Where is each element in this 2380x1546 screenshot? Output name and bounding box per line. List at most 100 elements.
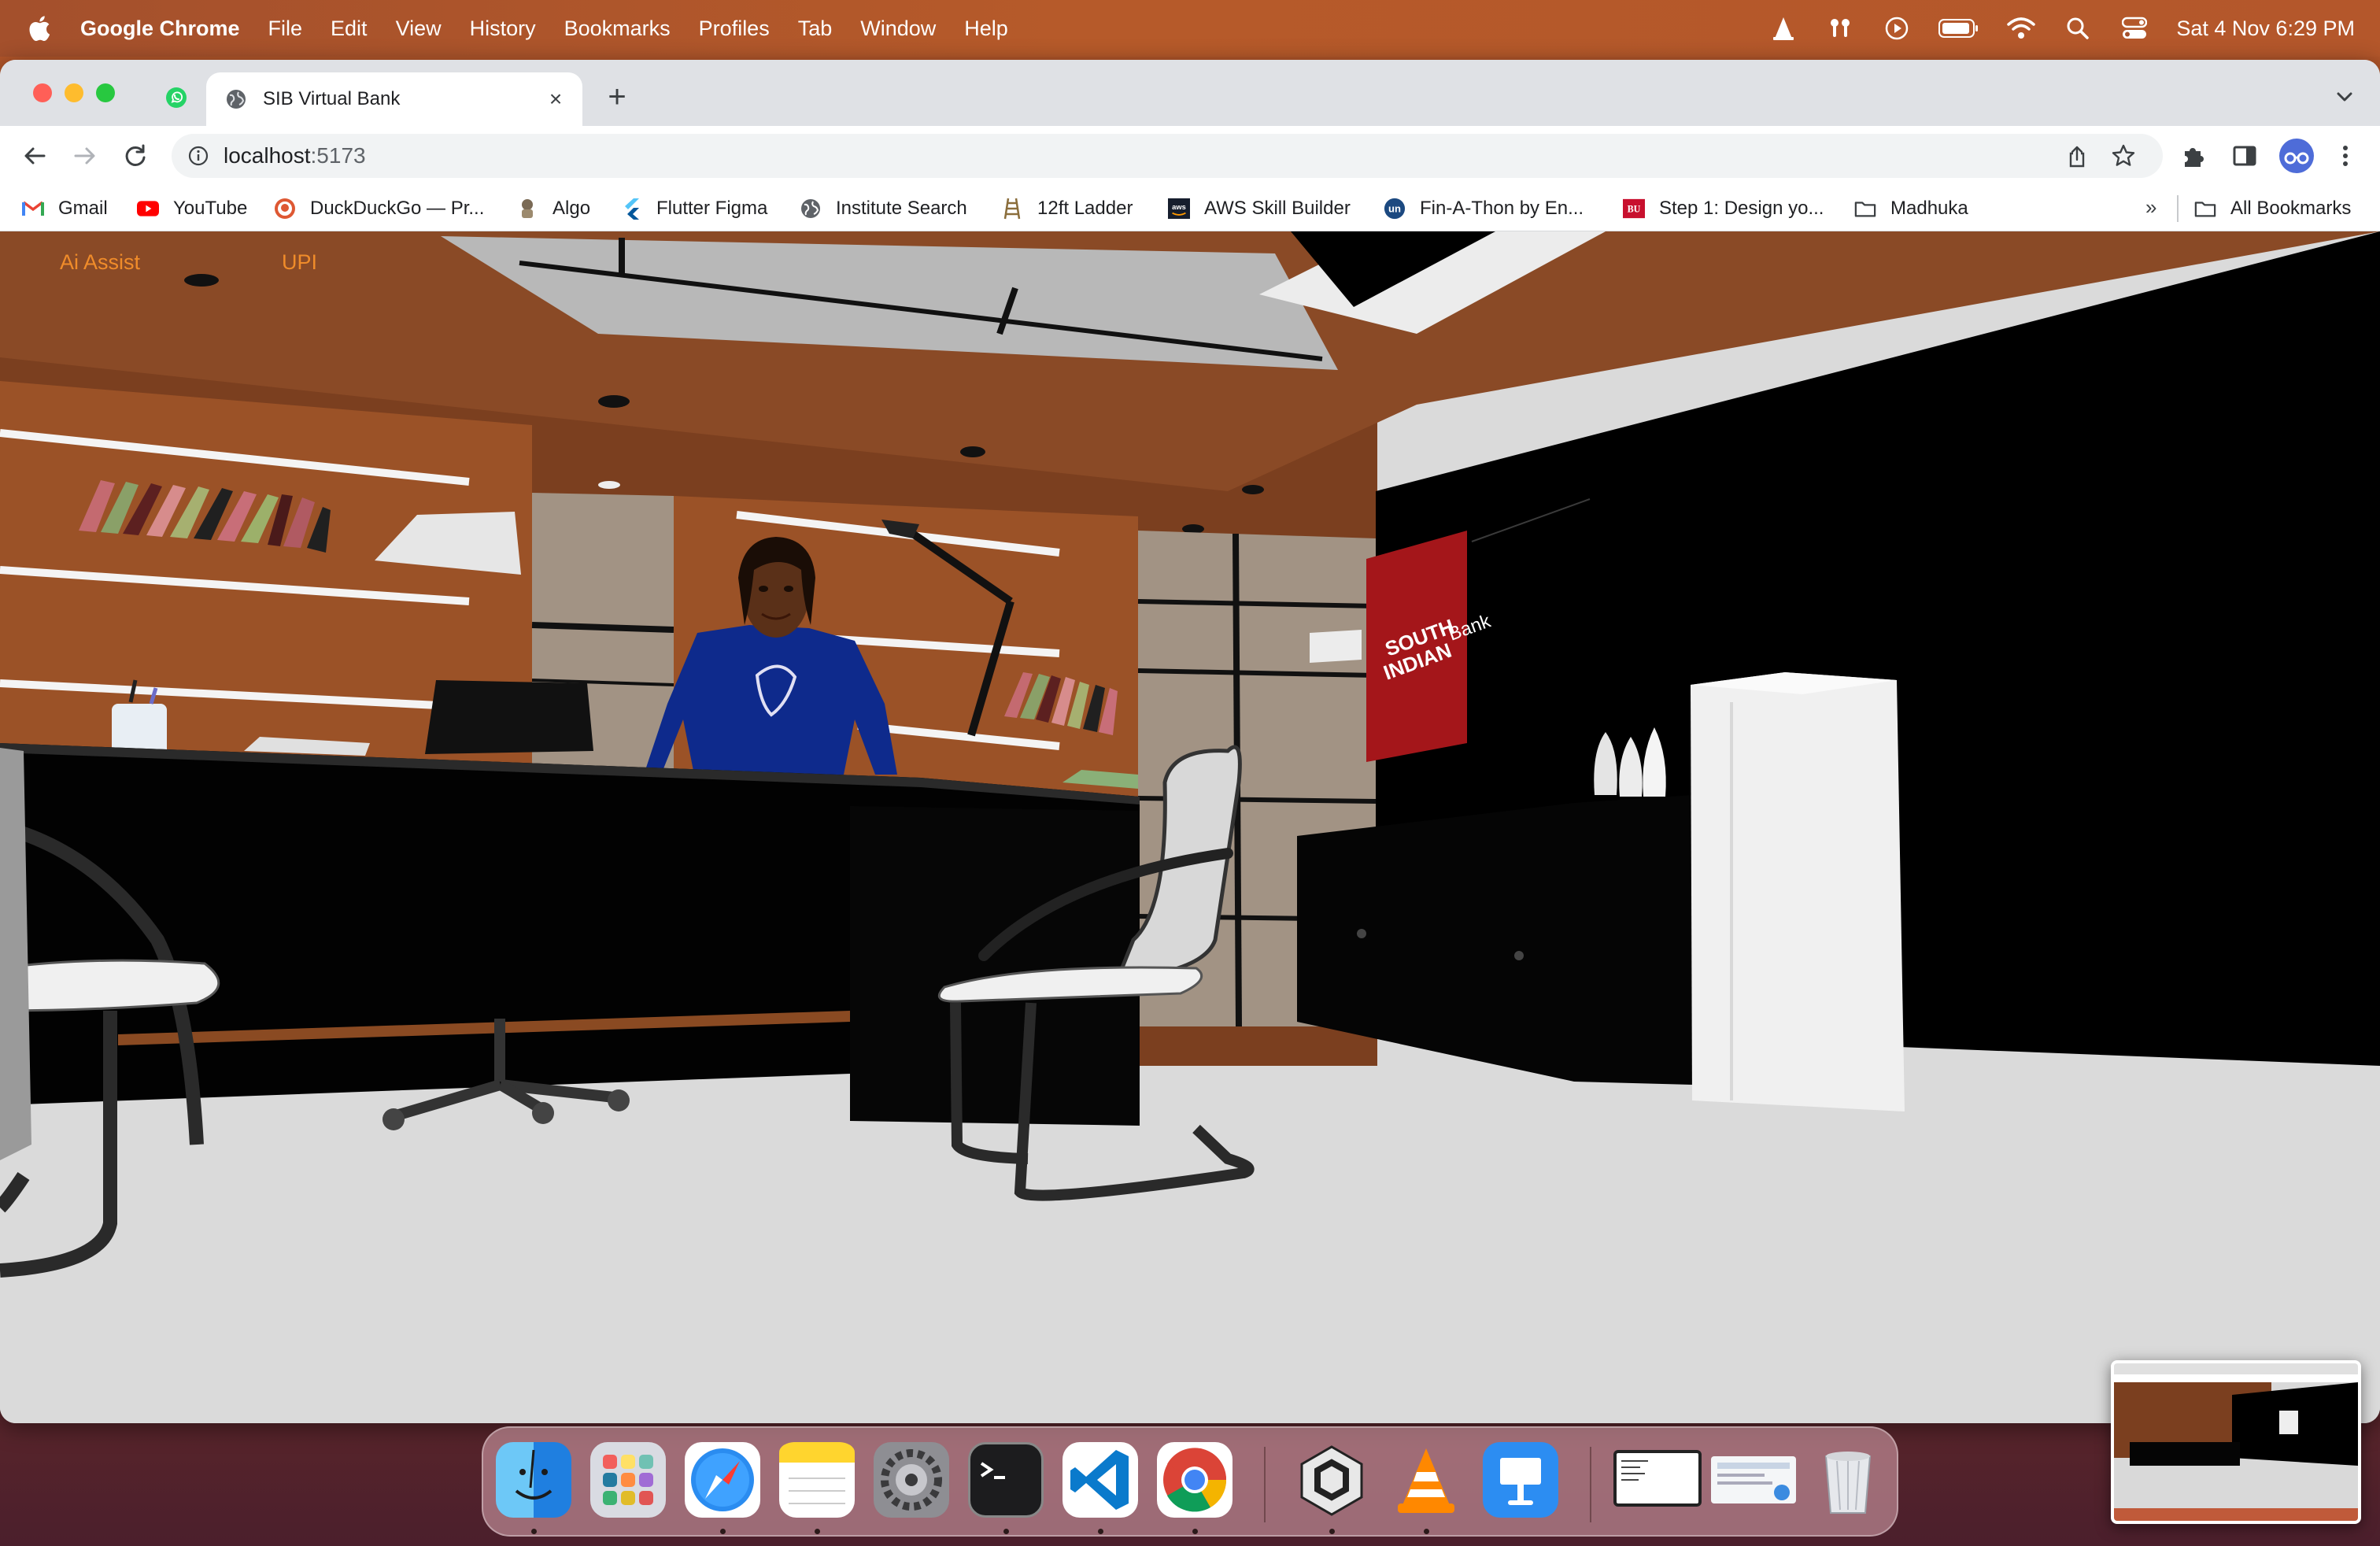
bookmarks-bar: Gmail YouTube DuckDuckGo — Pr... Algo Fl… <box>0 186 2380 231</box>
svg-text:un: un <box>1388 203 1401 215</box>
bookmark-star-icon[interactable] <box>2111 143 2136 168</box>
unity-icon[interactable] <box>1294 1442 1369 1518</box>
menu-window[interactable]: Window <box>860 17 936 41</box>
vlc-icon[interactable] <box>1388 1442 1464 1518</box>
ceiling-spotlight <box>598 481 620 489</box>
bookmark-step-1-design[interactable]: BU Step 1: Design yo... <box>1623 197 1824 220</box>
airpods-icon[interactable] <box>1825 13 1855 43</box>
menubar-clock[interactable]: Sat 4 Nov 6:29 PM <box>2176 17 2355 41</box>
running-indicator <box>1424 1529 1429 1534</box>
running-indicator <box>1329 1529 1335 1534</box>
svg-text:BU: BU <box>1628 204 1641 215</box>
ceiling-spotlight <box>1242 485 1264 494</box>
bookmarks-overflow-chevron[interactable]: » <box>2145 195 2156 220</box>
all-bookmarks-button[interactable]: All Bookmarks <box>2194 197 2351 220</box>
vlc-icon[interactable] <box>1768 13 1798 43</box>
trash-icon[interactable] <box>1810 1442 1886 1518</box>
tab-close-icon[interactable]: × <box>545 88 567 110</box>
spotlight-icon[interactable] <box>2063 13 2093 43</box>
extensions-puzzle-icon[interactable] <box>2179 142 2207 170</box>
ladder-icon <box>1001 198 1023 220</box>
launchpad-icon[interactable] <box>590 1442 666 1518</box>
vscode-icon[interactable] <box>1062 1442 1138 1518</box>
bookmark-youtube[interactable]: YouTube <box>137 197 247 220</box>
menu-view[interactable]: View <box>396 17 442 41</box>
notes-icon[interactable] <box>779 1442 855 1518</box>
window-preview-1[interactable] <box>1613 1450 1702 1507</box>
chrome-icon[interactable] <box>1157 1442 1232 1518</box>
menu-history[interactable]: History <box>470 17 536 41</box>
bookmark-12ft-ladder[interactable]: 12ft Ladder <box>1001 197 1133 220</box>
battery-icon[interactable] <box>1938 13 1979 43</box>
running-indicator <box>1098 1529 1103 1534</box>
forward-arrow-icon[interactable] <box>71 142 99 170</box>
bookmark-label: Fin-A-Thon by En... <box>1420 198 1584 219</box>
play-icon[interactable] <box>1882 13 1912 43</box>
back-arrow-icon[interactable] <box>20 142 49 170</box>
menu-edit[interactable]: Edit <box>331 17 368 41</box>
system-settings-icon[interactable] <box>874 1442 949 1518</box>
url-port: :5173 <box>310 143 366 168</box>
youtube-icon <box>137 198 159 220</box>
globe-icon <box>227 90 246 109</box>
threejs-canvas[interactable]: SOUTH INDIAN Bank Ai Assist UPI <box>0 231 2380 1423</box>
finder-icon[interactable] <box>496 1442 571 1518</box>
apple-icon[interactable] <box>25 13 57 44</box>
profile-avatar[interactable] <box>2279 139 2314 173</box>
screenshot-thumbnail-preview[interactable] <box>2111 1360 2361 1524</box>
bookmark-label: Madhuka <box>1890 198 1968 219</box>
bookmark-label: DuckDuckGo — Pr... <box>310 198 485 219</box>
bookmark-label: Algo <box>552 198 591 219</box>
tab-search-chevron-icon[interactable] <box>2333 85 2356 109</box>
terminal-icon[interactable] <box>968 1442 1044 1518</box>
side-panel-icon[interactable] <box>2230 142 2259 170</box>
tab-sib-virtual-bank[interactable]: SIB Virtual Bank × <box>206 72 582 126</box>
nav-ai-assist-link[interactable]: Ai Assist <box>60 250 140 275</box>
folder-icon <box>1854 198 1876 220</box>
running-indicator <box>720 1529 726 1534</box>
bookmark-label: Institute Search <box>836 198 967 219</box>
menu-help[interactable]: Help <box>964 17 1008 41</box>
address-url[interactable]: localhost:5173 <box>224 143 366 168</box>
macos-menubar: Google Chrome File Edit View History Boo… <box>0 0 2380 57</box>
menu-bookmarks[interactable]: Bookmarks <box>564 17 671 41</box>
svg-text:aws: aws <box>1172 203 1186 211</box>
white-kiosk <box>1691 672 1905 1111</box>
ceiling-spotlight <box>960 446 985 457</box>
window-preview-2[interactable] <box>1711 1456 1796 1503</box>
control-center-icon[interactable] <box>2119 13 2149 43</box>
new-tab-button[interactable]: + <box>603 81 631 113</box>
bu-icon: BU <box>1623 198 1645 220</box>
wifi-icon[interactable] <box>2006 13 2036 43</box>
bookmark-label: Step 1: Design yo... <box>1659 198 1824 219</box>
bookmark-flutter-figma[interactable]: Flutter Figma <box>620 197 767 220</box>
site-info-icon[interactable] <box>187 145 209 167</box>
chrome-menu-kebab-icon[interactable] <box>2331 142 2360 170</box>
tab-title: SIB Virtual Bank <box>263 88 401 109</box>
whatsapp-pinned-tab-icon[interactable] <box>165 87 187 109</box>
bookmark-algo[interactable]: Algo <box>516 197 590 220</box>
window-zoom-button[interactable] <box>96 83 115 102</box>
browser-toolbar: localhost:5173 <box>0 126 2380 186</box>
bookmark-folder-madhuka[interactable]: Madhuka <box>1854 197 1968 220</box>
reload-icon[interactable] <box>121 142 150 170</box>
bookmark-gmail[interactable]: Gmail <box>22 197 108 220</box>
menu-file[interactable]: File <box>268 17 303 41</box>
address-bar[interactable]: localhost:5173 <box>172 134 2163 178</box>
window-minimize-button[interactable] <box>65 83 83 102</box>
menu-tab[interactable]: Tab <box>798 17 833 41</box>
keynote-icon[interactable] <box>1483 1442 1558 1518</box>
bookmark-fin-a-thon[interactable]: un Fin-A-Thon by En... <box>1384 197 1584 220</box>
window-close-button[interactable] <box>33 83 52 102</box>
share-icon[interactable] <box>2065 145 2089 168</box>
flutter-icon <box>620 198 642 220</box>
menu-app-name[interactable]: Google Chrome <box>80 17 240 41</box>
bookmark-label: YouTube <box>173 198 248 219</box>
running-indicator <box>531 1529 537 1534</box>
nav-upi-link[interactable]: UPI <box>282 250 317 275</box>
safari-icon[interactable] <box>685 1442 760 1518</box>
bookmark-institute-search[interactable]: Institute Search <box>800 197 967 220</box>
bookmark-aws-skill-builder[interactable]: aws AWS Skill Builder <box>1168 197 1351 220</box>
bookmark-duckduckgo[interactable]: DuckDuckGo — Pr... <box>274 197 484 220</box>
menu-profiles[interactable]: Profiles <box>699 17 770 41</box>
